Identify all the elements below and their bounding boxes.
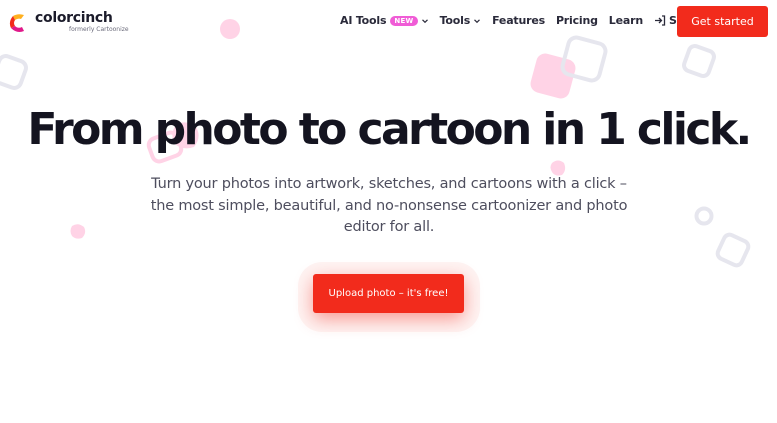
site-header: colorcinch formerly Cartoonize AI Tools …	[0, 0, 777, 44]
brand-text: colorcinch formerly Cartoonize	[35, 11, 129, 33]
new-badge: NEW	[390, 15, 418, 26]
nav-pricing-label: Pricing	[555, 14, 598, 27]
pink-blob-shape	[70, 224, 86, 239]
outline-square-shape	[0, 54, 28, 90]
outline-circle-shape	[694, 206, 714, 226]
chevron-down-icon	[421, 18, 428, 23]
hero-subtitle: Turn your photos into artwork, sketches,…	[150, 176, 628, 235]
colorcinch-logo-icon	[9, 14, 24, 32]
nav-features[interactable]: Features	[492, 14, 545, 27]
main-nav: AI Tools NEW Tools Features Pricing Lear…	[340, 14, 721, 27]
nav-ai-tools-label: AI Tools	[340, 14, 387, 27]
outline-square-shape	[715, 232, 751, 268]
brand-tagline: formerly Cartoonize	[69, 26, 129, 33]
nav-ai-tools[interactable]: AI Tools NEW	[340, 14, 429, 27]
brand-logo[interactable]: colorcinch formerly Cartoonize	[9, 11, 129, 33]
outline-square-shape	[682, 44, 716, 78]
upload-photo-button[interactable]: Upload photo – it's free!	[313, 274, 464, 313]
nav-tools-label: Tools	[439, 14, 471, 27]
brand-name: colorcinch	[35, 10, 113, 26]
hero-title: From photo to cartoon in 1 click.	[27, 104, 752, 155]
nav-learn[interactable]: Learn	[609, 14, 643, 27]
pink-square-shape	[530, 53, 576, 99]
nav-tools[interactable]: Tools	[440, 14, 481, 27]
sign-in-icon	[654, 15, 666, 26]
chevron-down-icon	[474, 18, 480, 23]
nav-pricing[interactable]: Pricing	[556, 14, 598, 27]
nav-learn-label: Learn	[608, 14, 643, 27]
get-started-button[interactable]: Get started	[677, 6, 768, 37]
nav-features-label: Features	[492, 14, 545, 27]
